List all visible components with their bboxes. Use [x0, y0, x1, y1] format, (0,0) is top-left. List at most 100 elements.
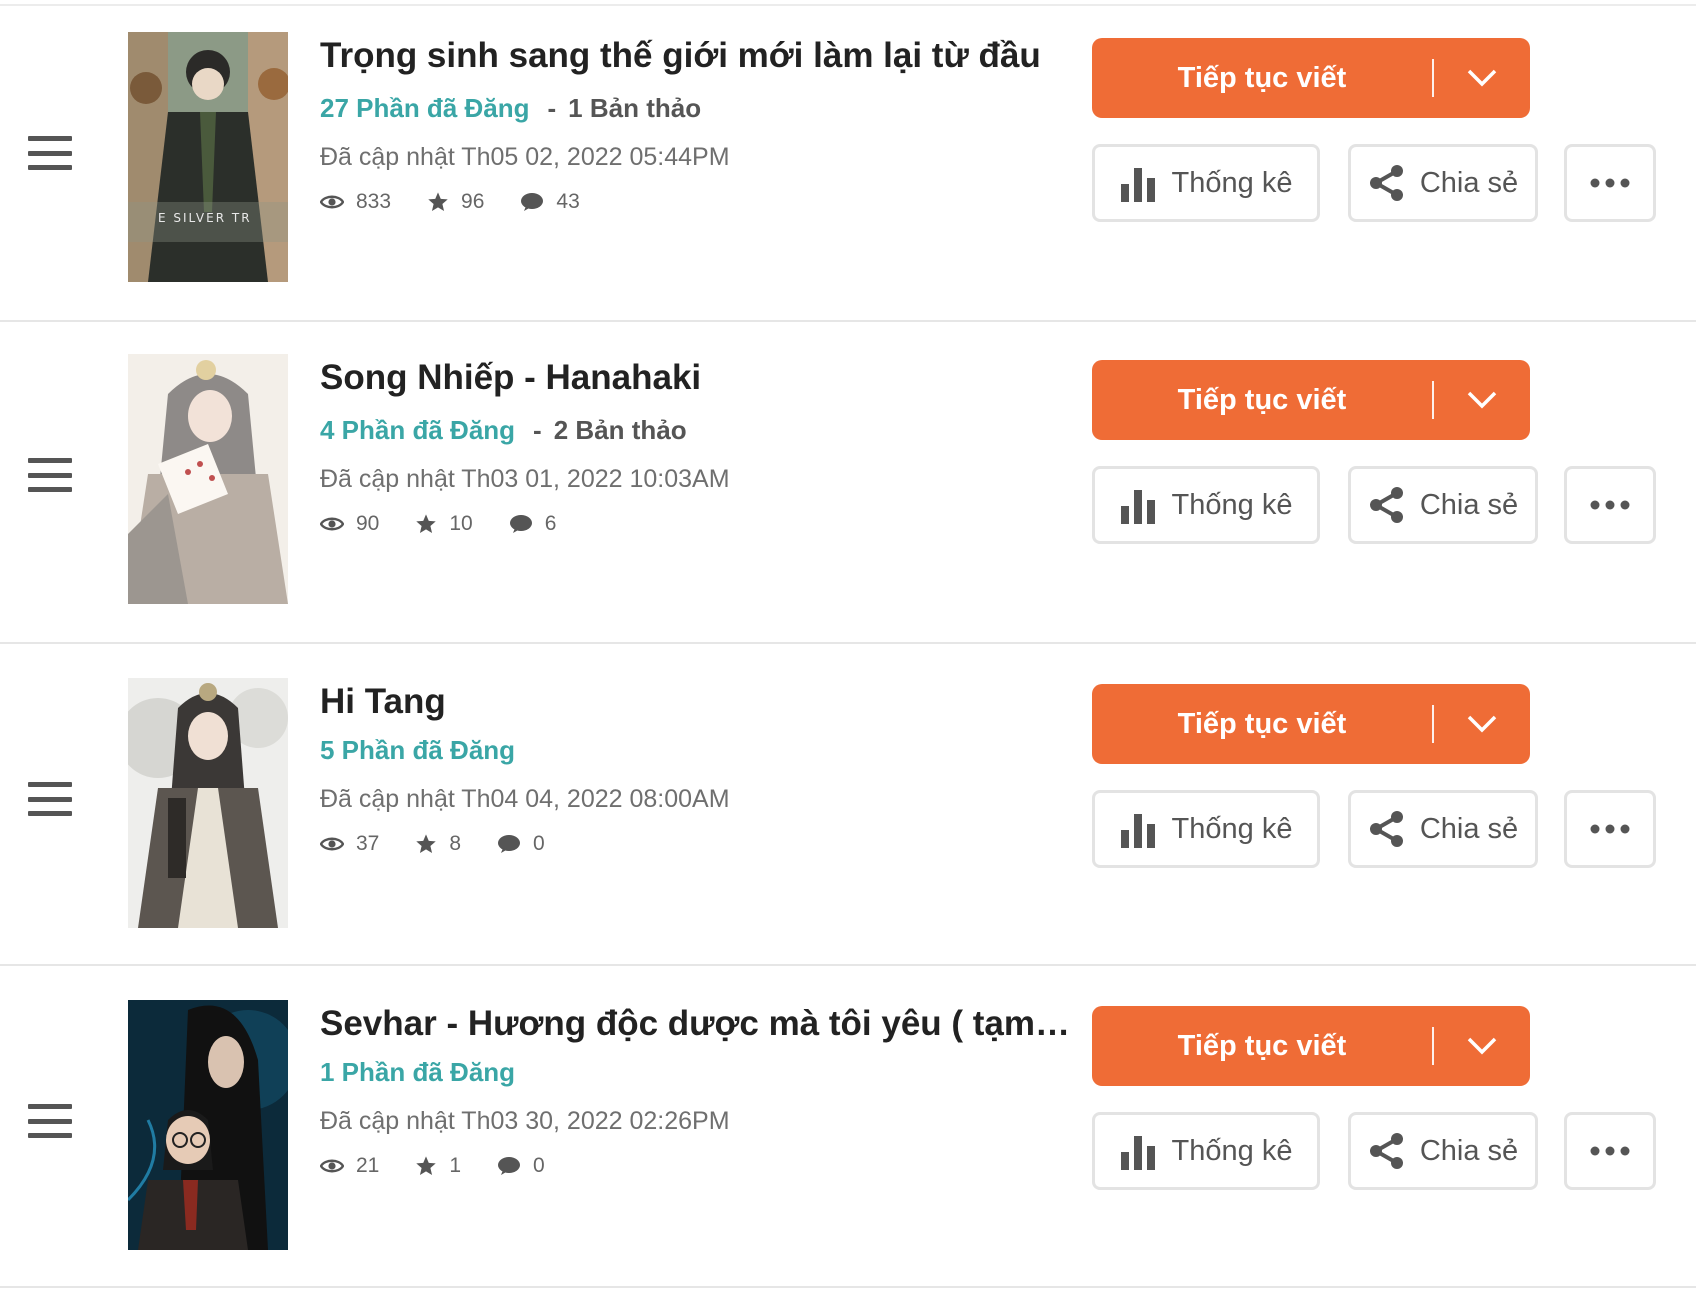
story-row: Song Nhiếp - Hanahaki 4 Phần đã Đăng -2 B…: [0, 322, 1696, 644]
comments-stat: 43: [520, 190, 580, 214]
published-count[interactable]: 5 Phần đã Đăng: [320, 735, 515, 765]
continue-writing-dropdown[interactable]: [1434, 715, 1530, 733]
share-label: Chia sẻ: [1419, 1134, 1519, 1167]
story-row: Sevhar - Hương độc dược mà tôi yêu ( tạm…: [0, 966, 1696, 1288]
eye-icon: [320, 837, 344, 851]
chevron-down-icon: [1467, 69, 1497, 87]
votes-count: 1: [449, 1154, 462, 1177]
published-count[interactable]: 4 Phần đã Đăng: [320, 415, 515, 445]
drag-handle-icon[interactable]: [28, 782, 72, 816]
comments-count: 0: [533, 832, 545, 855]
eye-icon: [320, 1159, 344, 1173]
views-stat: 833: [320, 190, 391, 214]
more-icon: [1590, 500, 1630, 510]
continue-writing-button[interactable]: Tiếp tục viết: [1092, 38, 1530, 118]
more-options-button[interactable]: [1564, 1112, 1656, 1190]
votes-count: 10: [449, 512, 473, 535]
cover-image: [128, 354, 288, 604]
comment-icon: [521, 193, 544, 211]
comments-stat: 0: [497, 1154, 545, 1178]
votes-stat: 8: [415, 832, 461, 856]
story-title[interactable]: Trọng sinh sang thế giới mới làm lại từ …: [320, 34, 1072, 78]
comments-stat: 6: [509, 512, 557, 536]
stats-button[interactable]: Thống kê: [1092, 466, 1320, 544]
cover-image: E SILVER TR: [128, 32, 288, 282]
views-count: 833: [356, 190, 392, 213]
chevron-down-icon: [1467, 391, 1497, 409]
star-icon: [416, 834, 437, 853]
comments-count: 6: [544, 512, 557, 535]
share-label: Chia sẻ: [1419, 812, 1519, 845]
votes-count: 8: [449, 832, 462, 855]
bar-chart-icon: [1120, 814, 1155, 848]
eye-icon: [320, 195, 344, 209]
more-icon: [1590, 178, 1630, 188]
share-icon: [1369, 487, 1403, 523]
story-title[interactable]: Hi Tang: [320, 680, 1072, 724]
story-stats: 90 10 6: [320, 509, 592, 539]
stats-button[interactable]: Thống kê: [1092, 790, 1320, 868]
comment-icon: [509, 515, 532, 533]
story-stats: 21 1 0: [320, 1151, 581, 1181]
story-cover[interactable]: [128, 1000, 288, 1250]
continue-writing-label: Tiếp tục viết: [1177, 383, 1347, 416]
share-button[interactable]: Chia sẻ: [1348, 790, 1538, 868]
continue-writing-label: Tiếp tục viết: [1177, 707, 1347, 740]
story-stats: 833 96 43: [320, 187, 616, 217]
story-cover[interactable]: E SILVER TR: [128, 32, 288, 282]
share-button[interactable]: Chia sẻ: [1348, 1112, 1538, 1190]
continue-writing-button[interactable]: Tiếp tục viết: [1092, 1006, 1530, 1086]
bar-chart-icon: [1120, 490, 1155, 524]
stats-label: Thống kê: [1171, 1134, 1293, 1167]
cover-image: [128, 1000, 288, 1250]
drag-handle-icon[interactable]: [28, 458, 72, 492]
story-cover[interactable]: [128, 678, 288, 928]
votes-stat: 1: [415, 1154, 461, 1178]
story-title[interactable]: Song Nhiếp - Hanahaki: [320, 356, 1072, 400]
views-count: 90: [356, 512, 380, 535]
share-button[interactable]: Chia sẻ: [1348, 144, 1538, 222]
more-options-button[interactable]: [1564, 144, 1656, 222]
views-count: 21: [356, 1154, 380, 1177]
drag-handle-icon[interactable]: [28, 1104, 72, 1138]
stats-button[interactable]: Thống kê: [1092, 144, 1320, 222]
published-count[interactable]: 27 Phần đã Đăng: [320, 93, 530, 123]
more-icon: [1590, 1146, 1630, 1156]
share-icon: [1369, 165, 1403, 201]
more-options-button[interactable]: [1564, 790, 1656, 868]
continue-writing-button[interactable]: Tiếp tục viết: [1092, 360, 1530, 440]
star-icon: [428, 192, 448, 211]
stats-label: Thống kê: [1171, 812, 1293, 845]
story-row: E SILVER TR Trọng sinh sang thế giới mới…: [0, 0, 1696, 322]
continue-writing-dropdown[interactable]: [1434, 1037, 1530, 1055]
share-label: Chia sẻ: [1419, 488, 1519, 521]
chevron-down-icon: [1467, 715, 1497, 733]
more-options-button[interactable]: [1564, 466, 1656, 544]
bar-chart-icon: [1120, 1136, 1155, 1170]
views-stat: 21: [320, 1154, 379, 1178]
votes-count: 96: [461, 190, 485, 213]
more-icon: [1590, 824, 1630, 834]
stats-button[interactable]: Thống kê: [1092, 1112, 1320, 1190]
star-icon: [416, 1156, 437, 1175]
continue-writing-dropdown[interactable]: [1434, 69, 1530, 87]
cover-text: E SILVER TR: [158, 211, 252, 225]
drag-handle-icon[interactable]: [28, 136, 72, 170]
continue-writing-dropdown[interactable]: [1434, 391, 1530, 409]
updated-date: Đã cập nhật Th03 01, 2022 10:03AM: [320, 465, 730, 493]
published-count[interactable]: 1 Phần đã Đăng: [320, 1057, 515, 1087]
share-button[interactable]: Chia sẻ: [1348, 466, 1538, 544]
share-icon: [1369, 811, 1403, 847]
continue-writing-button[interactable]: Tiếp tục viết: [1092, 684, 1530, 764]
story-parts: 5 Phần đã Đăng: [320, 733, 515, 767]
continue-writing-label: Tiếp tục viết: [1177, 61, 1347, 94]
draft-count[interactable]: 1 Bản thảo: [568, 93, 701, 123]
story-cover[interactable]: [128, 354, 288, 604]
comments-count: 0: [533, 1154, 545, 1177]
comments-count: 43: [556, 190, 580, 213]
stats-label: Thống kê: [1171, 166, 1293, 199]
story-title[interactable]: Sevhar - Hương độc dược mà tôi yêu ( tạm…: [320, 1002, 1072, 1046]
draft-count[interactable]: 2 Bản thảo: [554, 415, 687, 445]
updated-date: Đã cập nhật Th04 04, 2022 08:00AM: [320, 785, 730, 813]
story-row: Hi Tang 5 Phần đã Đăng Đã cập nhật Th04 …: [0, 644, 1696, 966]
